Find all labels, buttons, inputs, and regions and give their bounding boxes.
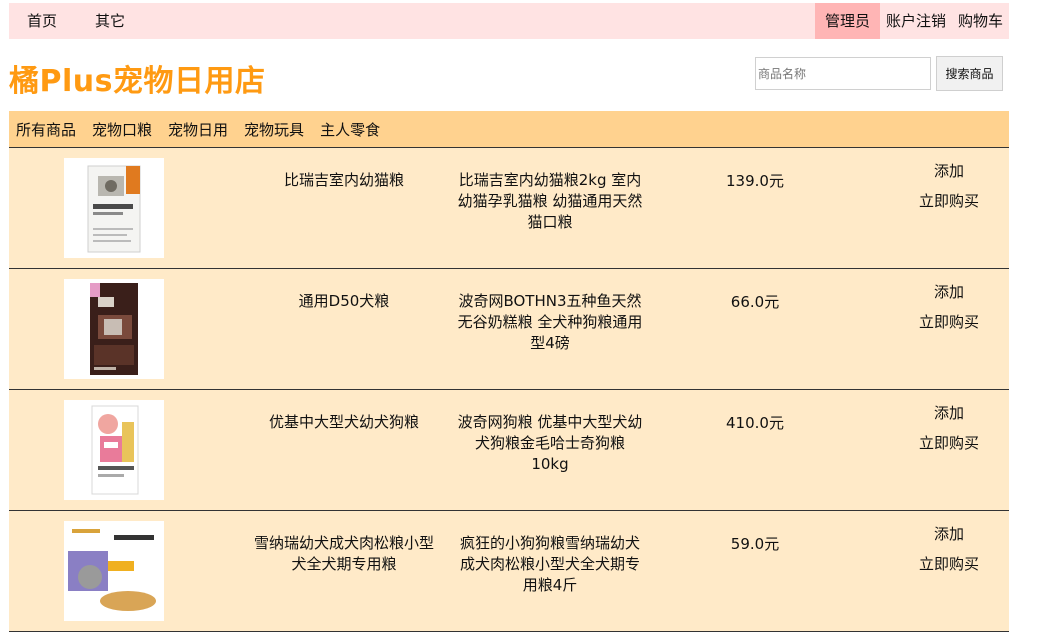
nav-cart-link[interactable]: 购物车 [952,3,1009,39]
category-all[interactable]: 所有商品 [9,119,76,140]
nav-other-link[interactable]: 其它 [77,3,125,39]
product-name: 优基中大型犬幼犬狗粮 [268,413,419,431]
product-image[interactable] [64,400,164,500]
add-to-cart-link[interactable]: 添加 [899,160,999,181]
product-price: 410.0元 [726,414,784,432]
dog-food-bag-icon [90,283,138,375]
product-name: 比瑞吉室内幼猫粮 [283,171,404,189]
product-description: 疯狂的小狗狗粮雪纳瑞幼犬成犬肉松粮小型犬全犬期专用粮4斤 [459,534,640,594]
product-row: 优基中大型犬幼犬狗粮 波奇网狗粮 优基中大型犬幼犬狗粮金毛哈士奇狗粮10kg 4… [9,390,1009,511]
dog-food-bag-icon [68,525,160,617]
search-input[interactable] [755,57,931,90]
product-row: 雪纳瑞幼犬成犬肉松粮小型犬全犬期专用粮 疯狂的小狗狗粮雪纳瑞幼犬成犬肉松粮小型犬… [9,511,1009,632]
search-button[interactable]: 搜索商品 [936,56,1003,91]
product-description: 比瑞吉室内幼猫粮2kg 室内幼猫孕乳猫粮 幼猫通用天然猫口粮 [457,171,643,231]
nav-home-link[interactable]: 首页 [9,3,57,39]
product-price: 59.0元 [730,535,780,553]
product-image[interactable] [64,521,164,621]
category-food[interactable]: 宠物口粮 [85,119,152,140]
product-image[interactable] [64,279,164,379]
search-bar: 搜索商品 [755,56,1003,91]
category-bar: 所有商品 宠物口粮 宠物日用 宠物玩具 主人零食 [9,111,1009,148]
store-brand: 橘Plus宠物日用店 [9,64,266,99]
add-to-cart-link[interactable]: 添加 [899,523,999,544]
top-nav-right: 管理员 账户注销 购物车 [814,3,1009,39]
product-list: 比瑞吉室内幼猫粮 比瑞吉室内幼猫粮2kg 室内幼猫孕乳猫粮 幼猫通用天然猫口粮 … [9,148,1009,632]
buy-now-link[interactable]: 立即购买 [899,432,999,453]
header: 橘Plus宠物日用店 搜索商品 [9,39,1009,111]
page: 首页 其它 管理员 账户注销 购物车 橘Plus宠物日用店 搜索商品 所有商品 … [9,3,1009,632]
product-name: 通用D50犬粮 [298,292,390,310]
product-price: 66.0元 [730,293,780,311]
buy-now-link[interactable]: 立即购买 [899,311,999,332]
add-to-cart-link[interactable]: 添加 [899,281,999,302]
product-row: 通用D50犬粮 波奇网BOTHN3五种鱼天然无谷奶糕粮 全犬种狗粮通用型4磅 6… [9,269,1009,390]
top-nav: 首页 其它 管理员 账户注销 购物车 [9,3,1009,39]
category-daily[interactable]: 宠物日用 [161,119,228,140]
product-price: 139.0元 [726,172,784,190]
buy-now-link[interactable]: 立即购买 [899,190,999,211]
top-nav-left: 首页 其它 [9,3,145,39]
cat-food-bag-icon [87,165,141,253]
product-description: 波奇网BOTHN3五种鱼天然无谷奶糕粮 全犬种狗粮通用型4磅 [457,292,643,352]
buy-now-link[interactable]: 立即购买 [899,553,999,574]
category-toys[interactable]: 宠物玩具 [237,119,304,140]
dog-food-bag-icon [91,405,139,495]
category-snacks[interactable]: 主人零食 [313,119,380,140]
product-description: 波奇网狗粮 优基中大型犬幼犬狗粮金毛哈士奇狗粮10kg [457,413,643,473]
nav-logout-link[interactable]: 账户注销 [880,3,952,39]
add-to-cart-link[interactable]: 添加 [899,402,999,423]
product-image[interactable] [64,158,164,258]
nav-admin-link[interactable]: 管理员 [814,3,880,39]
product-name: 雪纳瑞幼犬成犬肉松粮小型犬全犬期专用粮 [253,534,434,573]
product-row: 比瑞吉室内幼猫粮 比瑞吉室内幼猫粮2kg 室内幼猫孕乳猫粮 幼猫通用天然猫口粮 … [9,148,1009,269]
